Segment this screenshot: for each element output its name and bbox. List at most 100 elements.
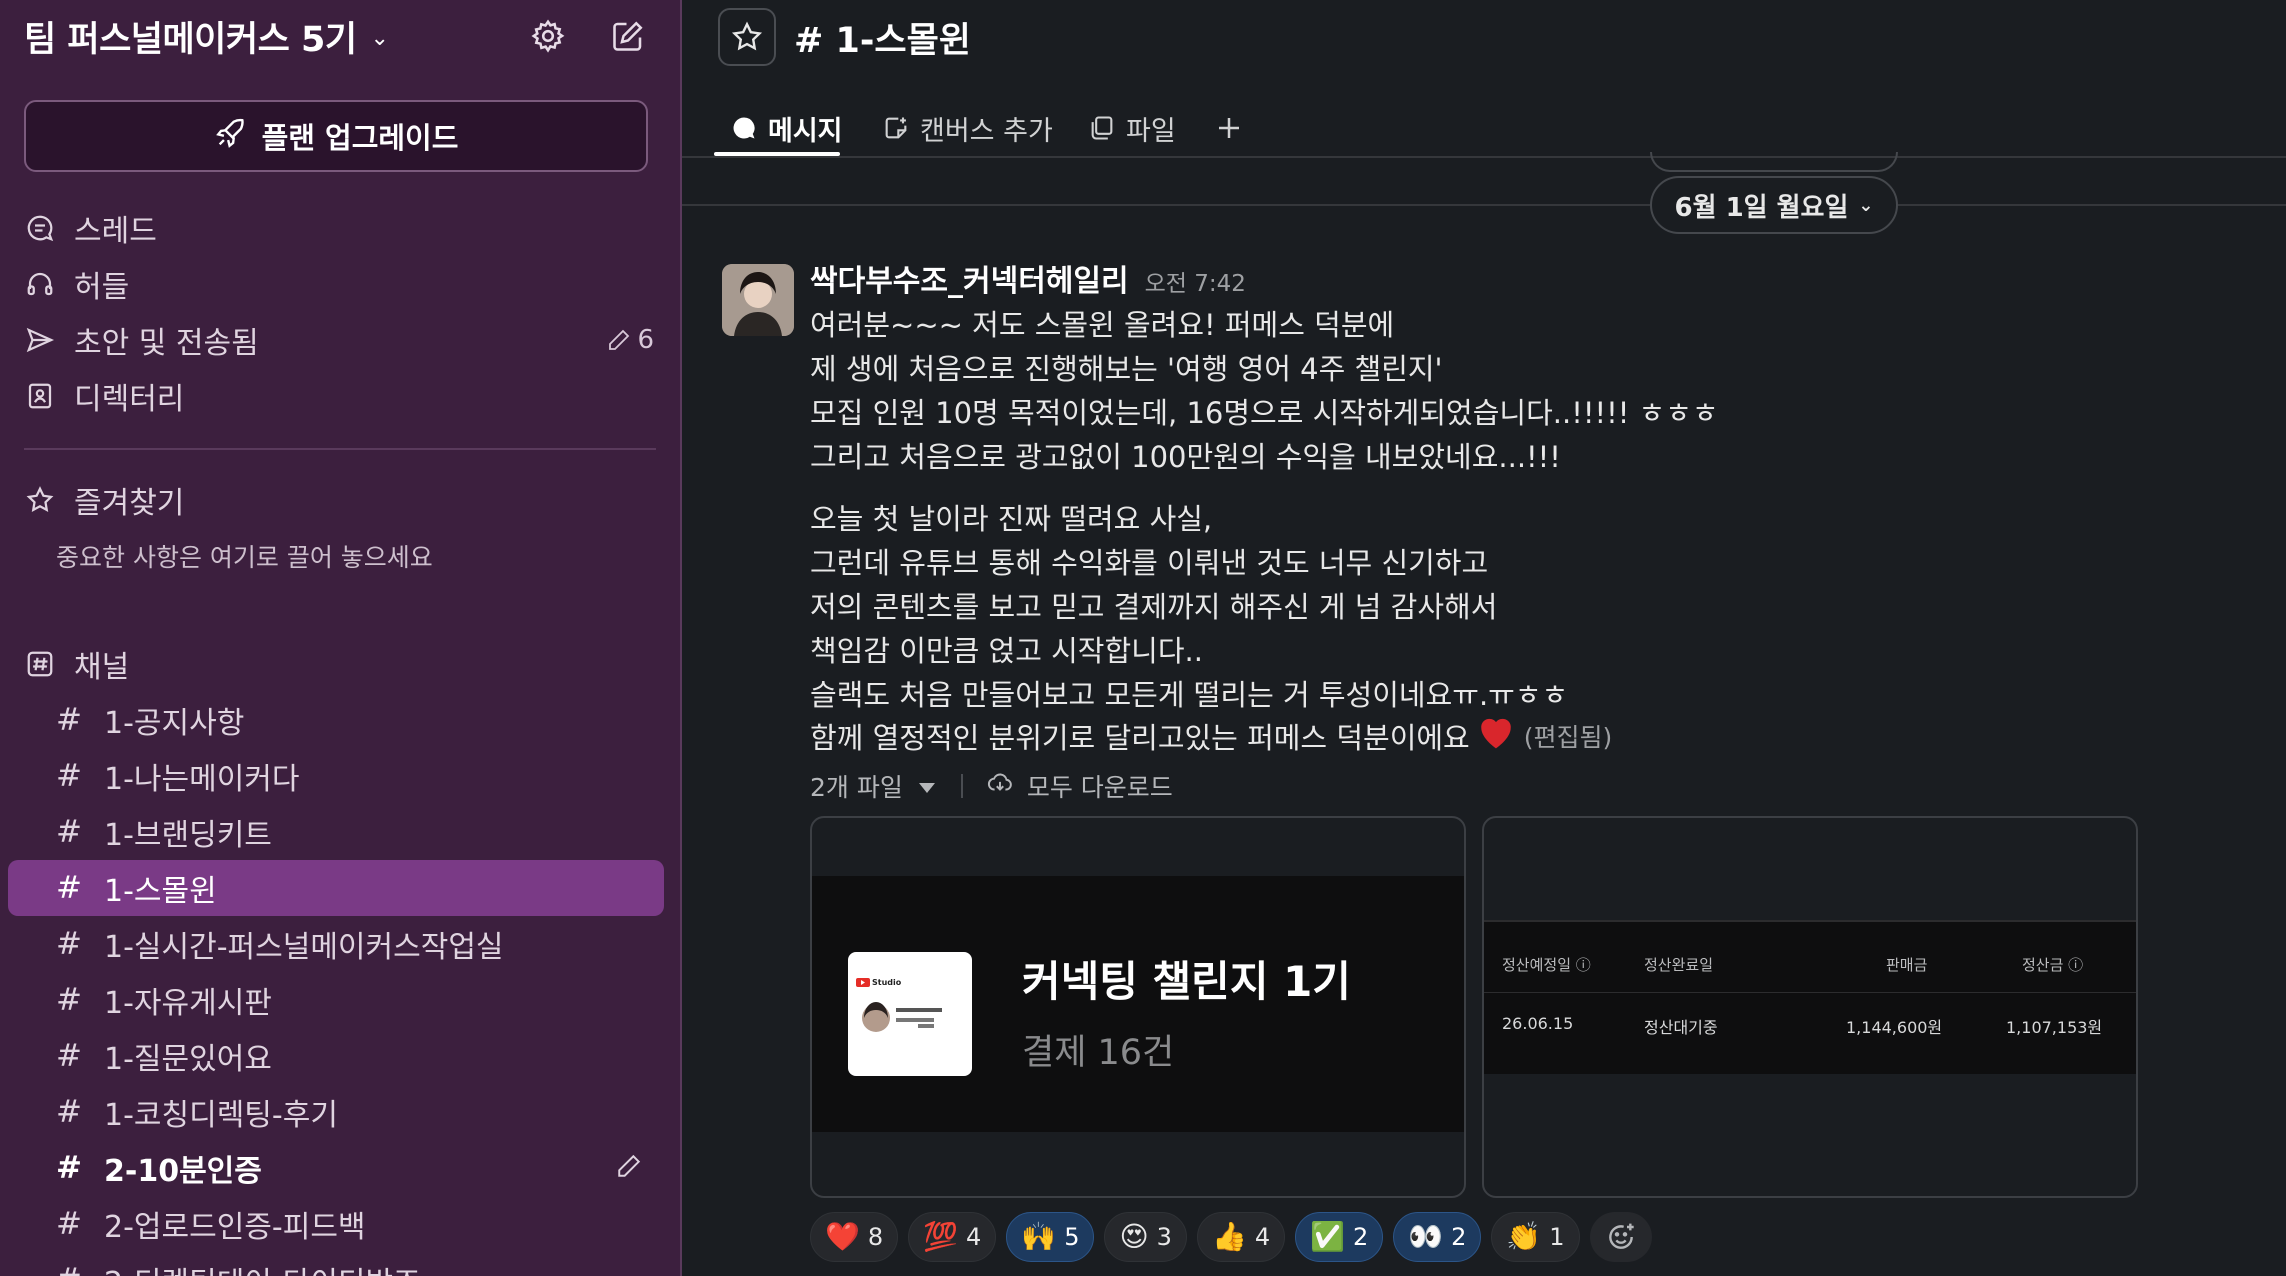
favorites-hint: 중요한 사항은 여기로 끌어 놓으세요: [56, 543, 433, 572]
message-text-line: 책임감 이만큼 얹고 시작합니다..: [810, 634, 1203, 668]
reaction-pill-selected[interactable]: ✅ 2: [1295, 1212, 1384, 1262]
message-text-line: 함께 열정적인 분위기로 달리고있는 퍼메스 덕분이에요: [810, 720, 1470, 755]
tab-files-label: 파일: [1126, 115, 1176, 147]
pencil-icon: [609, 329, 630, 350]
message-text-line: 슬랙도 처음 만들어보고 모든게 떨리는 거 투성이네요ㅠ.ㅠㅎㅎ: [810, 678, 1569, 712]
channel-item[interactable]: #1-브랜딩키트: [8, 804, 664, 860]
headphones-icon: [24, 268, 56, 300]
reaction-pill-selected[interactable]: 👀 2: [1393, 1212, 1482, 1262]
channel-item[interactable]: #1-나는메이커다: [8, 748, 664, 804]
reaction-count: 4: [1254, 1223, 1271, 1251]
nav-drafts-label: 초안 및 전송됨: [74, 326, 259, 361]
hash-icon: #: [56, 814, 82, 850]
channel-view: # 1-스몰윈 메시지 캔버스 추가 파일 6월 1일 월요일 ⌄ 싹다부수조_…: [682, 0, 2286, 1276]
channel-item[interactable]: #2-업로드인증-피드백: [8, 1196, 664, 1252]
message-timestamp[interactable]: 오전 7:42: [1145, 264, 1246, 298]
channels-icon: [24, 648, 56, 680]
download-all-link[interactable]: 모두 다운로드: [1027, 768, 1173, 804]
files-icon: [1091, 116, 1113, 140]
message-last-line: 함께 열정적인 분위기로 달리고있는 퍼메스 덕분이에요 (편집됨): [810, 714, 1612, 757]
thumbnail-studio-label: Studio: [872, 978, 902, 987]
star-channel-button[interactable]: [718, 8, 776, 66]
table-divider: [1484, 992, 2136, 993]
file-preview-card[interactable]: 정산예정일 ⓘ 정산완료일 판매금 정산금 ⓘ 26.06.15 정산대기중 1…: [1482, 816, 2138, 1198]
channel-title[interactable]: # 1-스몰윈: [794, 12, 971, 63]
message-text-line: 저의 콘텐츠를 보고 믿고 결제까지 해주신 게 넘 감사해서: [810, 590, 1498, 624]
reaction-pill[interactable]: 💯 4: [908, 1212, 997, 1262]
workspace-name: 팀 퍼스널메이커스 5기: [24, 19, 357, 60]
hash-icon: #: [56, 1094, 82, 1130]
nav-directory[interactable]: 디렉터리: [24, 372, 654, 420]
channel-item[interactable]: #1-자유게시판: [8, 972, 664, 1028]
star-icon: [24, 484, 56, 516]
reaction-pill[interactable]: 👍 4: [1196, 1212, 1286, 1262]
eyes-emoji-icon: 👀: [1408, 1220, 1444, 1253]
hundred-emoji-icon: 💯: [923, 1220, 959, 1253]
nav-directory-label: 디렉터리: [74, 382, 185, 417]
reaction-count: 8: [867, 1223, 884, 1251]
avatar[interactable]: [722, 264, 794, 336]
channel-item[interactable]: #1-코칭디렉팅-후기: [8, 1084, 664, 1140]
drafts-count: 6: [607, 325, 654, 355]
nav-huddles[interactable]: 허들: [24, 260, 654, 308]
reaction-pill[interactable]: 👏 1: [1491, 1212, 1580, 1262]
hash-icon: #: [56, 982, 82, 1018]
channels-section-header[interactable]: 채널: [24, 640, 654, 688]
channel-name: 2-10분인증: [104, 1154, 262, 1189]
message-text-line: 그런데 유튜브 통해 수익화를 이뤄낸 것도 너무 신기하고: [810, 546, 1489, 580]
channel-item-active[interactable]: #1-스몰윈: [8, 860, 664, 916]
tab-messages[interactable]: 메시지: [730, 104, 843, 152]
channel-name: 1-코칭디렉팅-후기: [104, 1098, 338, 1133]
channel-name: 1-질문있어요: [104, 1042, 272, 1077]
upgrade-plan-label: 플랜 업그레이드: [261, 121, 459, 155]
tab-add-canvas[interactable]: 캔버스 추가: [882, 104, 1053, 152]
nav-threads[interactable]: 스레드: [24, 204, 654, 252]
channel-item[interactable]: #1-공지사항: [8, 692, 664, 748]
channel-item[interactable]: #2-디렉팅데이-타이디방조: [8, 1252, 664, 1276]
directory-icon: [24, 380, 56, 412]
file-card-subtitle: 결제 16건: [1022, 1033, 1175, 1073]
add-tab-button[interactable]: [1214, 104, 1244, 152]
workspace-switcher[interactable]: 팀 퍼스널메이커스 5기 ⌄: [24, 14, 389, 60]
chevron-down-icon: ⌄: [370, 25, 389, 51]
caret-down-icon[interactable]: [917, 772, 937, 801]
reaction-count: 2: [1451, 1223, 1467, 1251]
reaction-pill[interactable]: ❤️ 8: [810, 1212, 899, 1262]
table-cell: 1,144,600원: [1846, 1018, 1943, 1037]
files-count-toggle[interactable]: 2개 파일: [810, 768, 903, 804]
sender-name[interactable]: 싹다부수조_커넥터헤일리: [810, 256, 1129, 300]
tab-add-canvas-label: 캔버스 추가: [920, 115, 1053, 147]
reaction-count: 2: [1352, 1223, 1369, 1251]
nav-threads-label: 스레드: [74, 214, 157, 249]
table-cell: 26.06.15: [1502, 1014, 1574, 1033]
date-divider-pill[interactable]: 6월 1일 월요일 ⌄: [1650, 176, 1898, 234]
compose-icon[interactable]: [606, 14, 650, 58]
gear-icon[interactable]: [526, 14, 570, 58]
nav-huddles-label: 허들: [74, 270, 130, 305]
chevron-down-icon: ⌄: [1858, 194, 1874, 216]
channel-item[interactable]: #1-질문있어요: [8, 1028, 664, 1084]
tab-files[interactable]: 파일: [1088, 104, 1176, 152]
upgrade-plan-button[interactable]: 플랜 업그레이드: [24, 100, 648, 172]
hash-icon: #: [56, 1262, 82, 1276]
channel-item[interactable]: #1-실시간-퍼스널메이커스작업실: [8, 916, 664, 972]
check-mark-emoji-icon: ✅: [1310, 1220, 1345, 1253]
table-header: 정산완료일: [1644, 956, 1714, 974]
sidebar-divider: [24, 448, 656, 450]
heart-emoji-icon: [1476, 714, 1516, 757]
separator: [960, 774, 963, 798]
add-reaction-button[interactable]: [1589, 1212, 1652, 1262]
reaction-pill[interactable]: 😍 3: [1104, 1212, 1187, 1262]
drafts-count-value: 6: [637, 325, 654, 355]
hash-icon: #: [56, 926, 82, 962]
channel-item-unread[interactable]: #2-10분인증: [8, 1140, 664, 1196]
file-preview-card[interactable]: Studio 커넥팅 챌린지 1기 결제 16건: [810, 816, 1466, 1198]
channel-name: 1-실시간-퍼스널메이커스작업실: [104, 930, 504, 965]
message-text-line: 오늘 첫 날이라 진짜 떨려요 사실,: [810, 502, 1213, 536]
favorites-section-header[interactable]: 즐겨찾기: [24, 476, 654, 524]
reaction-pill-selected[interactable]: 🙌 5: [1006, 1212, 1095, 1262]
table-header: 정산예정일 ⓘ: [1502, 956, 1591, 974]
nav-drafts[interactable]: 초안 및 전송됨 6: [24, 316, 654, 364]
channel-name: 1-스몰윈: [104, 874, 217, 909]
canvas-add-icon: [885, 117, 907, 139]
